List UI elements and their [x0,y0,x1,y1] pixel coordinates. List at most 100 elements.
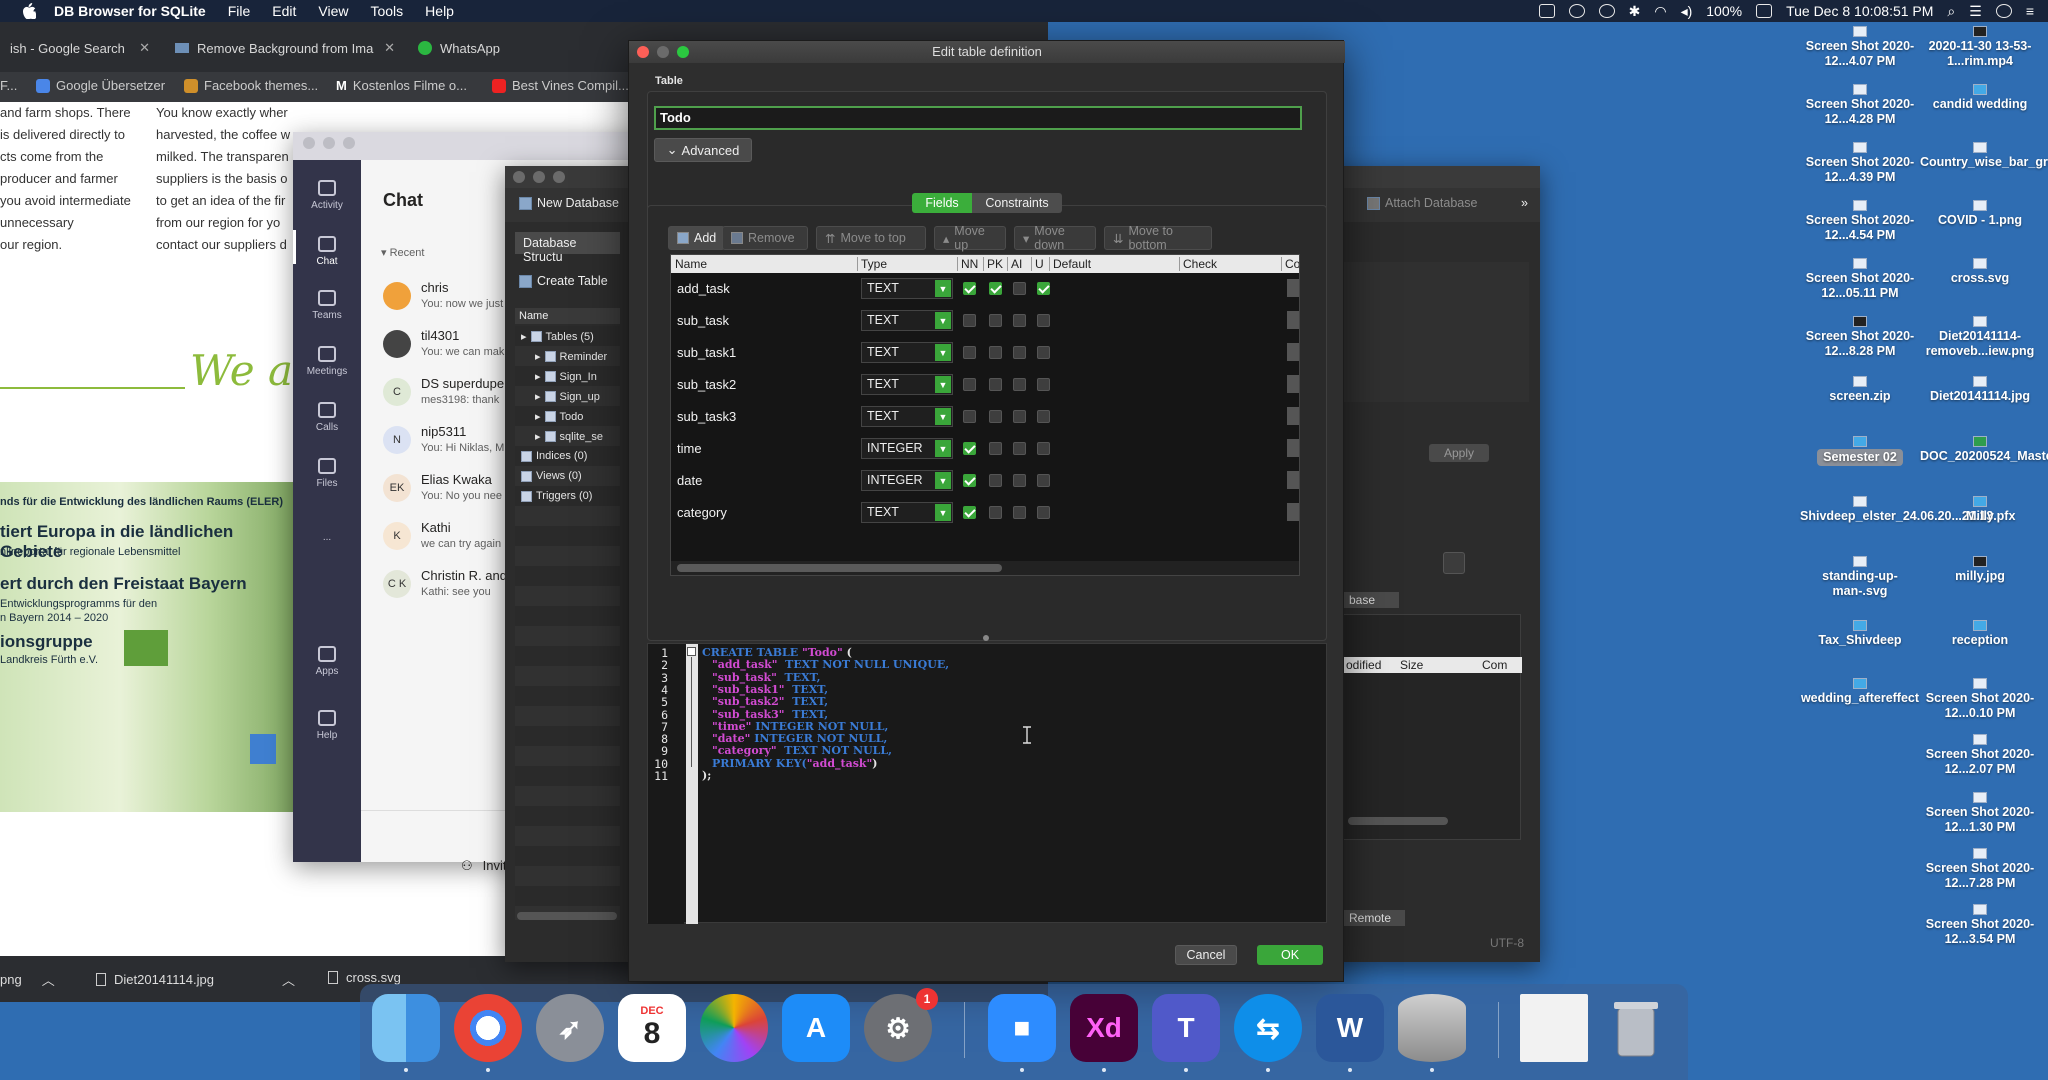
disclosure-triangle-icon[interactable]: ▸ [535,430,541,443]
checkbox-u[interactable] [1037,442,1050,455]
tab-database[interactable]: base [1343,592,1399,608]
checkbox-u[interactable] [1037,378,1050,391]
checkbox-pk[interactable] [989,346,1002,359]
bluetooth-icon[interactable]: ✱ [1629,3,1641,20]
chevron-down-icon[interactable]: ▼ [935,408,951,425]
bookmark[interactable]: Google Übersetzer [36,78,165,93]
desktop-file[interactable]: Semester 02 [1800,436,1920,466]
tree-item[interactable]: ▸ Sign_up [535,390,600,404]
checkbox-u[interactable] [1037,506,1050,519]
move-to-top-button[interactable]: ⇈ Move to top [816,226,926,250]
tree-item[interactable]: ▸ Reminder [535,350,607,364]
bookmark[interactable]: F... [0,78,17,93]
tab-database-structure[interactable]: Database Structu [515,232,620,264]
close-window-icon[interactable] [303,137,315,149]
chevron-down-icon[interactable]: ▼ [935,440,951,457]
tab-fields[interactable]: Fields [912,193,972,213]
field-row[interactable]: add_task TEXT ▼ [671,273,1299,305]
collation-cell[interactable] [1287,375,1299,393]
desktop-file[interactable]: Diet20141114-removeb...iew.png [1920,316,2040,359]
clock[interactable]: Tue Dec 8 10:08:51 PM [1786,3,1933,19]
disclosure-triangle-icon[interactable]: ▸ [535,370,541,383]
chevron-down-icon[interactable]: ▼ [935,280,951,297]
tree-item[interactable]: Triggers (0) [521,490,592,502]
bookmark[interactable]: M Kostenlos Filme o... [336,78,467,93]
app-store-icon[interactable]: A [782,994,850,1062]
chevron-down-icon[interactable]: ▼ [935,376,951,393]
chevron-down-icon[interactable]: ▼ [935,344,951,361]
desktop-file[interactable]: Screen Shot 2020-12...4.54 PM [1800,200,1920,243]
rail-files-button[interactable]: Files [293,458,361,489]
desktop-file[interactable]: Country_wise_bar_graph.fbx [1920,142,2048,170]
notification-center-icon[interactable]: ≡ [2026,3,2034,19]
desktop-file[interactable]: Screen Shot 2020-12...0.10 PM [1920,678,2040,721]
desktop-file[interactable]: Screen Shot 2020-12...7.28 PM [1920,848,2040,891]
checkbox-pk[interactable] [989,378,1002,391]
checkbox-pk[interactable] [989,314,1002,327]
checkbox-nn[interactable] [963,442,976,455]
rail--button[interactable]: ... [293,532,361,543]
checkbox-u[interactable] [1037,474,1050,487]
chrome-icon[interactable] [454,994,522,1072]
desktop-file[interactable]: DOC_20200524_Masterlist.xlsx [1920,436,2048,464]
field-row[interactable]: sub_task TEXT ▼ [671,305,1299,337]
field-name[interactable]: add_task [677,281,730,296]
control-center-icon[interactable]: ☰ [1969,3,1982,20]
desktop-file[interactable]: Tax_Shivdeep [1800,620,1920,648]
tree-item[interactable]: ▸ Todo [535,410,583,424]
zoom-window-icon[interactable] [553,171,565,183]
sync-icon[interactable] [1598,4,1615,18]
apply-button[interactable]: Apply [1429,444,1489,462]
move-down-button[interactable]: ▾ Move down [1014,224,1096,252]
menu-help[interactable]: Help [425,3,454,19]
rail-chat-button[interactable]: Chat [293,230,361,267]
new-database-button[interactable]: New Database [519,196,619,210]
field-type-select[interactable]: INTEGER ▼ [861,438,953,459]
bookmark[interactable]: Facebook themes... [184,78,318,93]
system-preferences-icon[interactable]: ⚙ 1 [864,988,938,1062]
desktop-file[interactable]: COVID - 1.png [1920,200,2040,228]
field-row[interactable]: sub_task3 TEXT ▼ [671,401,1299,433]
checkbox-ai[interactable] [1013,474,1026,487]
desktop-file[interactable]: Screen Shot 2020-12...4.39 PM [1800,142,1920,185]
field-row[interactable]: category TEXT ▼ [671,497,1299,529]
checkbox-nn[interactable] [963,474,976,487]
desktop-file[interactable]: Screen Shot 2020-12...05.11 PM [1800,258,1920,301]
menu-file[interactable]: File [228,3,251,19]
desktop-file[interactable]: Shivdeep_elster_24.06.20...21.13.pfx [1800,496,2015,524]
field-name[interactable]: sub_task3 [677,409,736,424]
toolbar-overflow-icon[interactable]: » [1521,196,1528,210]
field-row[interactable]: time INTEGER ▼ [671,433,1299,465]
tab-remote[interactable]: Remote [1343,910,1405,926]
checkbox-ai[interactable] [1013,314,1026,327]
adobe-xd-icon[interactable]: Xd [1070,994,1138,1072]
checkbox-pk[interactable] [989,410,1002,423]
tree-item[interactable]: ▸ Tables (5) [521,330,594,344]
calendar-icon[interactable]: DEC 8 [618,994,686,1062]
desktop-file[interactable]: Screen Shot 2020-12...1.30 PM [1920,792,2040,835]
desktop-file[interactable]: milly.jpg [1920,556,2040,584]
battery-percent[interactable]: 100% [1706,3,1742,19]
checkbox-pk[interactable] [989,442,1002,455]
teamviewer-icon[interactable]: ⇆ [1234,994,1302,1072]
field-name[interactable]: sub_task [677,313,729,328]
document-stack-icon[interactable] [1520,994,1588,1062]
field-type-select[interactable]: TEXT ▼ [861,278,953,299]
rail-meetings-button[interactable]: Meetings [293,346,361,377]
menu-view[interactable]: View [318,3,348,19]
checkbox-ai[interactable] [1013,442,1026,455]
field-type-select[interactable]: INTEGER ▼ [861,470,953,491]
desktop-file[interactable]: Diet20141114.jpg [1920,376,2040,404]
field-type-select[interactable]: TEXT ▼ [861,374,953,395]
screen-icon[interactable] [1538,4,1555,18]
desktop-file[interactable]: wedding_aftereffect [1800,678,1920,706]
bookmark[interactable]: Best Vines Compil... [492,78,629,93]
field-name[interactable]: category [677,505,727,520]
checkbox-nn[interactable] [963,378,976,391]
desktop-file[interactable]: candid wedding [1920,84,2040,112]
teams-icon[interactable]: T [1152,994,1220,1072]
sql-preview-editor[interactable]: 1 2 3 4 5 6 7 8 9 10 11 CREATE TABLE "Todo" ("add_… [647,643,1327,924]
spotlight-search-icon[interactable]: ⌕ [1947,3,1955,20]
tab-constraints[interactable]: Constraints [972,193,1062,213]
checkbox-nn[interactable] [963,506,976,519]
